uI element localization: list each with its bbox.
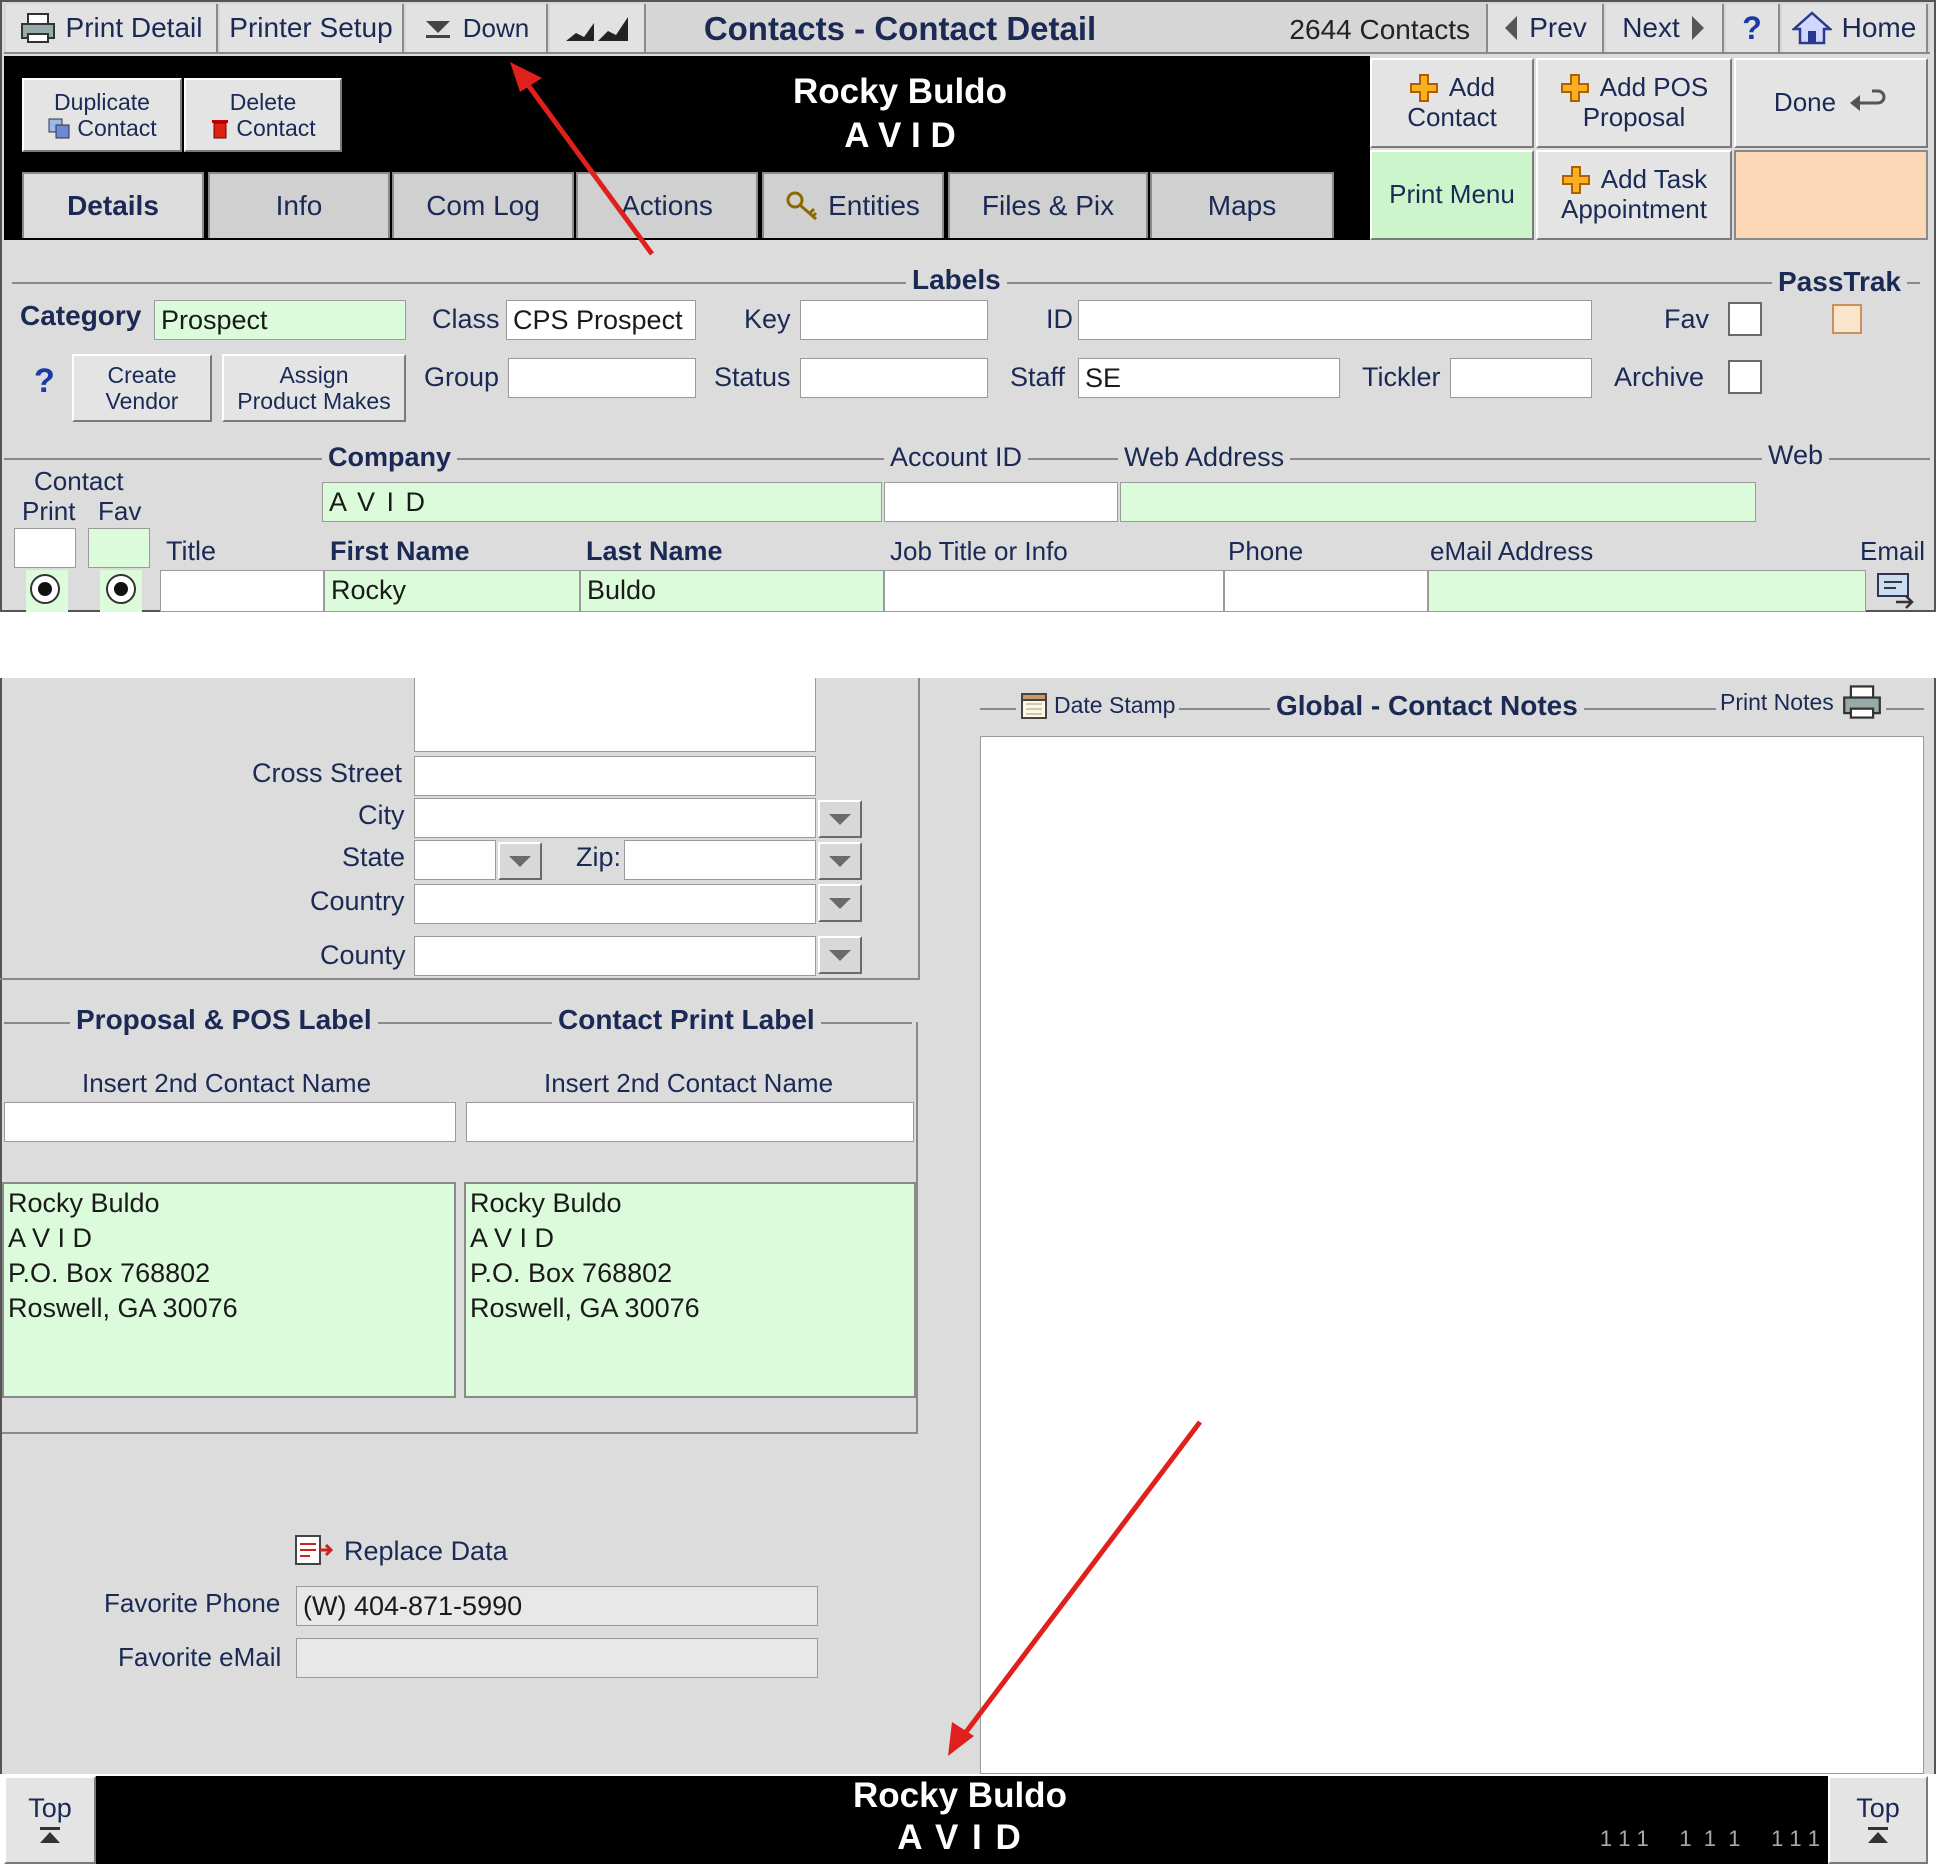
annotation-arrow-up [510, 62, 1202, 1756]
